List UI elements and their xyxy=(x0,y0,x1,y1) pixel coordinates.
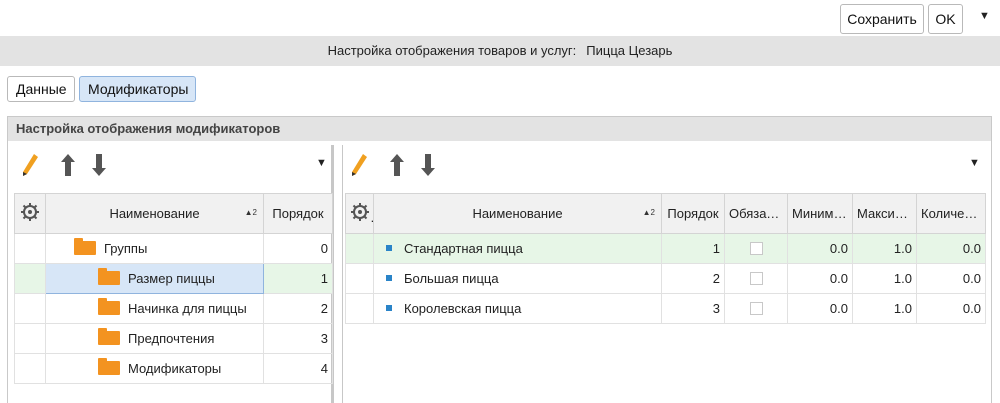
folder-icon xyxy=(98,328,120,345)
gear-icon[interactable] xyxy=(350,203,370,225)
right-panel: ▼ Наименование ▲2 Порядок Обязательный М… xyxy=(342,145,991,403)
row-min: 0.0 xyxy=(787,233,853,264)
row-max: 1.0 xyxy=(852,263,917,294)
gear-icon[interactable] xyxy=(20,203,40,225)
tab-data[interactable]: Данные xyxy=(7,76,75,102)
arrow-up-icon[interactable] xyxy=(58,152,78,178)
more-menu-icon[interactable]: ▼ xyxy=(979,10,990,22)
table-row[interactable]: Королевская пицца 3 0.0 1.0 0.0 xyxy=(345,293,986,324)
row-name: Предпочтения xyxy=(128,331,215,346)
save-button[interactable]: Сохранить xyxy=(840,4,924,34)
left-toolbar: ▼ xyxy=(8,145,331,185)
table-row[interactable]: Большая пицца 2 0.0 1.0 0.0 xyxy=(345,263,986,294)
required-checkbox[interactable] xyxy=(749,242,763,255)
left-panel: ▼ Наименование ▲2 Порядок Группы 0 Разме… xyxy=(8,145,334,403)
left-toolbar-dropdown-icon[interactable]: ▼ xyxy=(316,157,327,169)
column-header-required[interactable]: Обязательный xyxy=(724,193,788,234)
arrow-down-icon[interactable] xyxy=(89,152,109,178)
column-header-qty[interactable]: Количество xyxy=(916,193,986,234)
row-name: Большая пицца xyxy=(404,271,499,286)
row-order: 4 xyxy=(263,353,333,384)
row-min: 0.0 xyxy=(787,293,853,324)
right-toolbar: ▼ xyxy=(343,145,991,185)
tab-modifiers[interactable]: Модификаторы xyxy=(79,76,196,102)
bullet-icon xyxy=(386,305,392,311)
pencil-icon[interactable] xyxy=(20,152,40,178)
required-checkbox[interactable] xyxy=(749,302,763,315)
right-toolbar-dropdown-icon[interactable]: ▼ xyxy=(969,157,980,169)
table-row[interactable]: Предпочтения 3 xyxy=(14,323,333,354)
row-name: Королевская пицца xyxy=(404,301,522,316)
row-min: 0.0 xyxy=(787,263,853,294)
row-max: 1.0 xyxy=(852,233,917,264)
column-header-name[interactable]: Наименование ▲2 xyxy=(373,193,662,234)
column-header-order[interactable]: Порядок xyxy=(263,193,333,234)
table-row[interactable]: Стандартная пицца 1 0.0 1.0 0.0 xyxy=(345,233,986,264)
row-required xyxy=(724,293,788,324)
row-required xyxy=(724,263,788,294)
bullet-icon xyxy=(386,275,392,281)
column-header-label: Порядок xyxy=(667,206,719,221)
row-name: Группы xyxy=(104,241,148,256)
column-header-label: Обязательный xyxy=(729,206,787,221)
settings-header[interactable] xyxy=(345,193,374,234)
table-row[interactable]: Модификаторы 4 xyxy=(14,353,333,384)
row-required xyxy=(724,233,788,264)
pencil-icon[interactable] xyxy=(349,152,369,178)
column-header-label: Наименование xyxy=(109,206,200,221)
column-header-label: Количество xyxy=(921,206,986,221)
right-table: Наименование ▲2 Порядок Обязательный Мин… xyxy=(345,193,986,324)
ok-button[interactable]: OK xyxy=(928,4,963,34)
left-table: Наименование ▲2 Порядок Группы 0 Размер … xyxy=(14,193,333,384)
row-name: Модификаторы xyxy=(128,361,222,376)
column-header-order[interactable]: Порядок xyxy=(661,193,725,234)
column-header-label: Минимум xyxy=(792,206,849,221)
row-name: Начинка для пиццы xyxy=(128,301,247,316)
row-order: 0 xyxy=(263,233,333,264)
column-header-label: Максимум xyxy=(857,206,917,221)
column-header-min[interactable]: Минимум xyxy=(787,193,853,234)
page-title-item: Пицца Цезарь xyxy=(586,43,673,58)
folder-icon xyxy=(98,268,120,285)
section-title: Настройка отображения модификаторов xyxy=(8,117,991,141)
bullet-icon xyxy=(386,245,392,251)
row-name: Стандартная пицца xyxy=(404,241,523,256)
table-row[interactable]: Размер пиццы 1 xyxy=(14,263,333,294)
row-qty: 0.0 xyxy=(916,263,986,294)
row-qty: 0.0 xyxy=(916,233,986,264)
column-header-label: Порядок xyxy=(272,206,324,221)
column-header-label: Наименование xyxy=(472,206,563,221)
table-row[interactable]: Начинка для пиццы 2 xyxy=(14,293,333,324)
sort-indicator: ▲2 xyxy=(642,208,655,217)
row-order: 1 xyxy=(263,263,333,294)
column-header-max[interactable]: Максимум xyxy=(852,193,917,234)
settings-header[interactable] xyxy=(14,193,46,234)
arrow-up-icon[interactable] xyxy=(387,152,407,178)
row-order: 1 xyxy=(661,233,725,264)
row-order: 3 xyxy=(263,323,333,354)
sort-indicator: ▲2 xyxy=(244,208,257,217)
arrow-down-icon[interactable] xyxy=(418,152,438,178)
table-row[interactable]: Группы 0 xyxy=(14,233,333,264)
required-checkbox[interactable] xyxy=(749,272,763,285)
row-order: 3 xyxy=(661,293,725,324)
column-header-name[interactable]: Наименование ▲2 xyxy=(45,193,264,234)
row-order: 2 xyxy=(661,263,725,294)
page-title: Настройка отображения товаров и услуг: Пи… xyxy=(0,36,1000,66)
row-max: 1.0 xyxy=(852,293,917,324)
folder-icon xyxy=(74,238,96,255)
folder-icon xyxy=(98,298,120,315)
row-qty: 0.0 xyxy=(916,293,986,324)
folder-icon xyxy=(98,358,120,375)
row-order: 2 xyxy=(263,293,333,324)
row-name: Размер пиццы xyxy=(128,271,215,286)
page-title-prefix: Настройка отображения товаров и услуг: xyxy=(327,43,577,58)
